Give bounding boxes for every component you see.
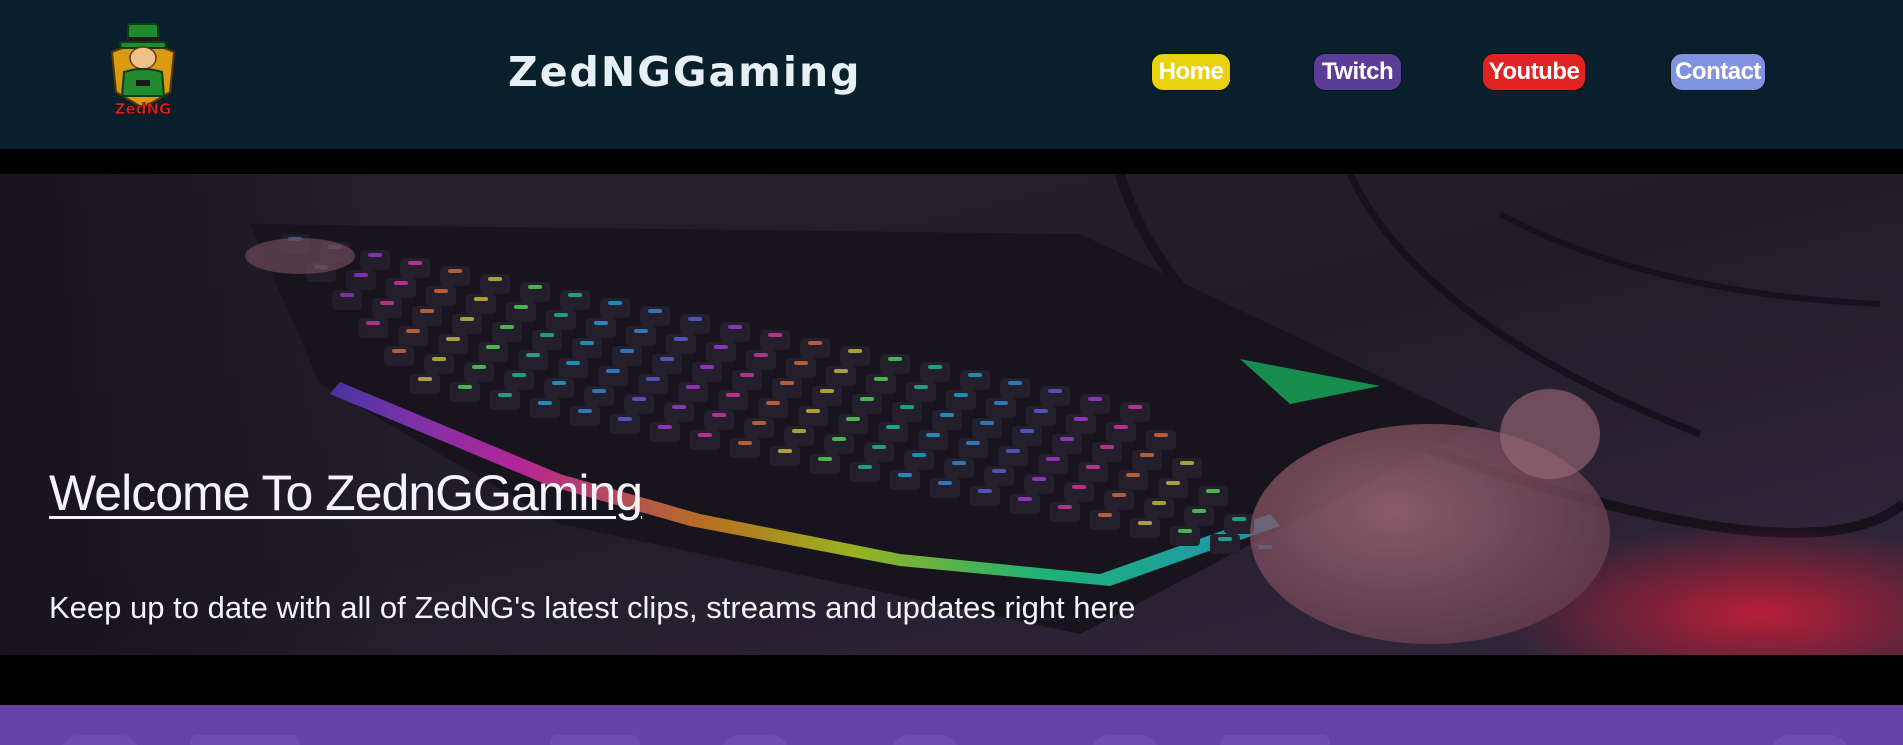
logo-text: ZedNG [115,100,172,118]
band-shape [1090,735,1160,745]
hero-banner: Welcome To ZednGGaming Keep up to date w… [0,174,1903,655]
site-title: ZedNGGaming [508,48,862,96]
band-shape [190,735,300,745]
hero-title: Welcome To ZednGGaming [49,465,643,521]
section-band [0,705,1903,745]
keyboard-hero-image [0,174,1903,655]
band-shape [1770,735,1850,745]
nav-home-button[interactable]: Home [1151,53,1231,91]
hero-subtitle: Keep up to date with all of ZedNG's late… [49,590,1136,625]
band-shape [550,735,640,745]
band-shape [720,735,790,745]
band-shape [60,735,140,745]
zedng-logo[interactable]: ZedNG [104,22,182,118]
nav-twitch-button[interactable]: Twitch [1313,53,1402,91]
nav-contact-button[interactable]: Contact [1670,53,1766,91]
band-shape [890,735,960,745]
site-header: ZedNG ZedNGGaming Home Twitch Youtube Co… [0,0,1903,149]
band-shape [1220,735,1330,745]
nav-youtube-button[interactable]: Youtube [1482,53,1586,91]
